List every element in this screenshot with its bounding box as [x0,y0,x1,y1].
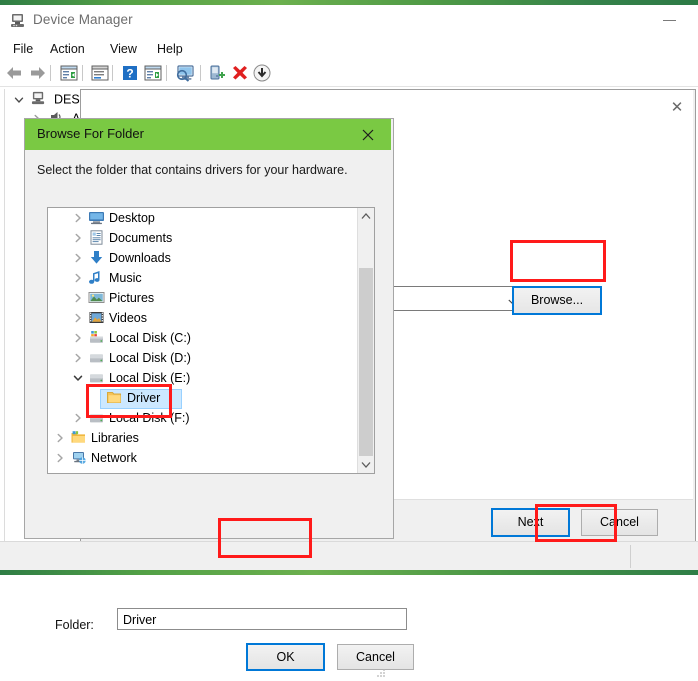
downloads-icon [88,250,105,266]
menu-item-view[interactable]: View [105,40,142,58]
window-bottom-accent-strip [0,570,698,575]
back-icon[interactable] [4,63,26,83]
toolbar-separator [112,65,113,81]
folder-tree-item-label: Desktop [109,211,155,225]
folder-tree-item-label: Local Disk (E:) [109,371,191,385]
scan-for-hardware-changes-icon[interactable] [174,63,196,83]
music-icon [88,270,105,286]
network-icon [70,450,87,466]
show-hidden-devices-icon[interactable] [142,63,164,83]
help-icon[interactable]: ? [119,63,141,83]
videos-icon [88,310,105,326]
menu-item-action[interactable]: Action [45,40,90,58]
drive-icon [88,350,105,366]
folder-tree-item[interactable]: Local Disk (E:) [48,368,357,388]
browse-for-folder-dialog: Browse For Folder Select the folder that… [24,118,414,677]
ok-button[interactable]: OK [246,643,325,671]
menu-bar: File Action View Help [0,36,698,60]
folder-tree-item-label: Driver [127,391,161,405]
folder-tree-item-label: Local Disk (C:) [109,331,191,345]
next-button[interactable]: Next [491,508,570,537]
browse-button[interactable]: Browse... [512,286,602,315]
documents-icon [88,230,105,246]
folder-tree-rows: Desktop Documents Downloads Music Pictures Vi… [48,208,357,473]
folder-tree-item-label: Local Disk (D:) [109,351,191,365]
folder-field-label: Folder: [55,618,94,632]
forward-icon[interactable] [26,63,48,83]
folder-tree-item[interactable]: Local Disk (D:) [48,348,357,368]
browse-dialog-title-bar: Browse For Folder [25,119,391,150]
drive-icon [88,410,105,426]
toolbar-separator [82,65,83,81]
folder-tree-item[interactable]: Network [48,448,357,468]
folder-tree-item-label: Pictures [109,291,155,305]
desktop-icon [88,210,105,226]
cancel-button[interactable]: Cancel [581,509,658,536]
folder-tree-item[interactable]: Downloads [48,248,357,268]
folder-tree-item[interactable]: Music [48,268,357,288]
folder-tree-item-label: Libraries [91,431,139,445]
toolbar-divider [0,86,698,87]
resize-grip-icon[interactable] [376,667,386,677]
toolbar-separator [166,65,167,81]
minimize-button[interactable] [655,10,685,32]
scroll-down-button[interactable] [358,456,374,473]
properties-icon[interactable] [58,63,80,83]
folder-tree-item[interactable]: Desktop [48,208,357,228]
close-icon[interactable] [353,123,383,146]
title-bar: Device Manager [0,5,698,36]
device-manager-icon [10,13,26,28]
uninstall-device-icon[interactable] [229,63,251,83]
folder-tree-scrollbar[interactable] [357,208,374,473]
toolbar: ? [0,60,698,86]
browse-dialog-title: Browse For Folder [37,126,144,141]
chevron-down-icon[interactable] [13,94,25,106]
computer-icon [31,91,46,108]
folder-tree-item-label: Downloads [109,251,171,265]
status-bar [0,541,698,571]
folder-icon [106,390,123,406]
folder-tree-item[interactable]: Local Disk (F:) [48,408,357,428]
browse-dialog-prompt: Select the folder that contains drivers … [37,163,348,177]
chevron-right-icon[interactable] [54,452,68,472]
menu-item-file[interactable]: File [8,40,38,58]
folder-tree-item[interactable]: Videos [48,308,357,328]
folder-tree-item[interactable]: Libraries [48,428,357,448]
drive-icon [88,370,105,386]
update-driver-icon[interactable] [89,63,111,83]
pictures-icon [88,290,105,306]
status-bar-separator [630,545,631,568]
folder-tree-item-label: Documents [109,231,173,245]
folder-tree-item-label: Local Disk (F:) [109,411,190,425]
system-drive-icon [88,330,105,346]
svg-text:?: ? [126,67,133,81]
folder-tree-item-label: Music [109,271,142,285]
close-icon[interactable]: ✕ [666,98,688,118]
libraries-icon [70,430,87,446]
folder-tree[interactable]: Desktop Documents Downloads Music Pictures Vi… [47,207,375,474]
page-title: Device Manager [33,12,133,27]
folder-tree-item[interactable]: Driver [48,388,357,409]
scroll-up-button[interactable] [358,208,374,225]
toolbar-separator [50,65,51,81]
disable-device-icon[interactable] [251,63,273,83]
folder-tree-item-label: Network [91,451,137,465]
folder-input[interactable]: Driver [117,608,407,630]
folder-tree-item[interactable]: Local Disk (C:) [48,328,357,348]
add-legacy-hardware-icon[interactable] [207,63,229,83]
scrollbar-thumb[interactable] [359,268,373,458]
folder-tree-item-label: Videos [109,311,147,325]
folder-tree-item[interactable]: Documents [48,228,357,248]
menu-item-help[interactable]: Help [152,40,188,58]
folder-tree-item[interactable]: Pictures [48,288,357,308]
toolbar-separator [200,65,201,81]
